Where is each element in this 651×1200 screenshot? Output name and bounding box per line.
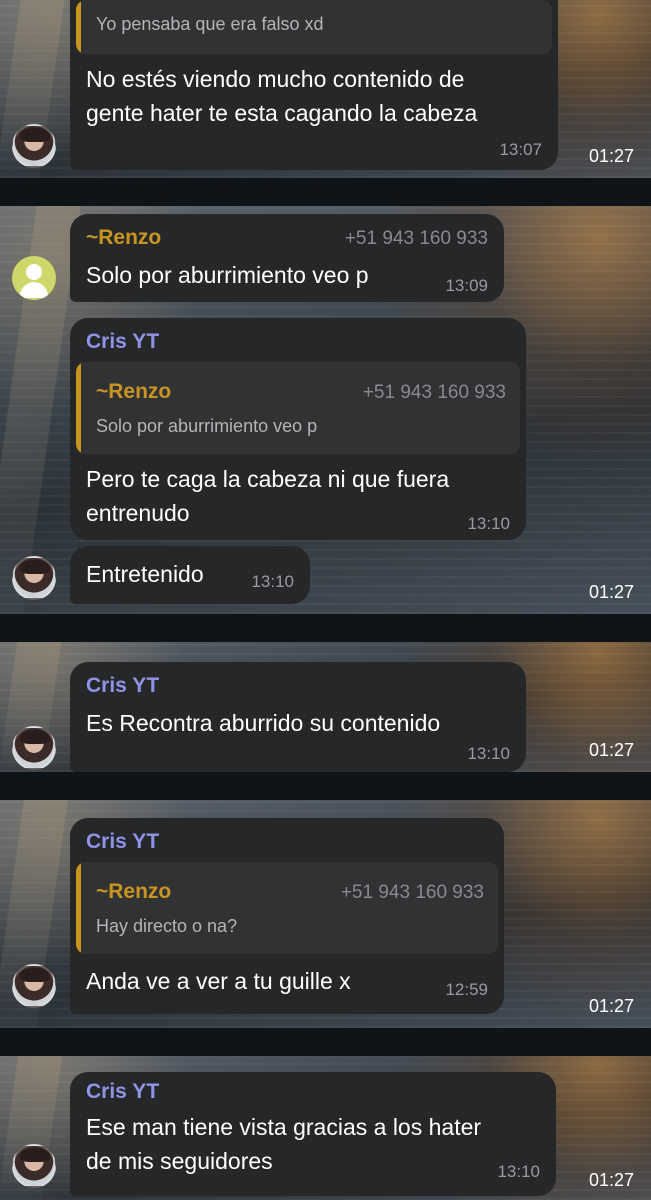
message-bubble[interactable]: Cris YT ~Renzo +51 943 160 933 Solo por … (70, 318, 526, 540)
message-time: 13:10 (497, 1162, 540, 1181)
quote-accent-bar (76, 362, 81, 454)
message-bubble[interactable]: ~Renzo +51 943 160 933 Solo por aburrimi… (70, 214, 504, 302)
avatar-cris[interactable] (12, 124, 56, 168)
message-time: 13:10 (251, 572, 294, 591)
message-text-line-2: gente hater te esta cagando la cabeza (86, 100, 478, 126)
story-panel-2: ~Renzo +51 943 160 933 Solo por aburrimi… (0, 206, 651, 614)
quote-accent-bar (76, 862, 81, 954)
message-time: 13:07 (499, 140, 542, 159)
message-time: 13:09 (445, 276, 488, 295)
avatar-cris[interactable] (12, 1144, 56, 1188)
quote-sender-name: ~Renzo (96, 880, 172, 903)
avatar-cris[interactable] (12, 556, 56, 600)
message-text: Anda ve a ver a tu guille x (86, 968, 351, 994)
message-text-line-2: entrenudo (86, 500, 190, 526)
quote-sender-phone: +51 943 160 933 (362, 382, 506, 403)
message-bubble[interactable]: Cris YT Ese man tiene vista gracias a lo… (70, 1072, 556, 1196)
quote-text: Yo pensaba que era falso xd (96, 14, 324, 34)
message-time: 13:10 (467, 514, 510, 533)
quoted-message[interactable]: ~Renzo +51 943 160 933 Hay directo o na? (76, 862, 498, 954)
quote-text: Solo por aburrimiento veo p (96, 416, 318, 436)
quote-sender-name: ~Renzo (96, 380, 172, 403)
message-text: Es Recontra aburrido su contenido (86, 710, 441, 736)
message-text-line-1: No estés viendo mucho contenido de (86, 66, 465, 92)
message-text: Entretenido (86, 561, 204, 587)
avatar-cris[interactable] (12, 726, 56, 770)
story-timestamp: 01:27 (588, 582, 634, 602)
message-bubble[interactable]: Cris YT ~Renzo +51 943 160 933 Hay direc… (70, 818, 504, 1014)
sender-phone: +51 943 160 933 (344, 228, 488, 249)
message-text: Solo por aburrimiento veo p (86, 262, 369, 288)
story-timestamp: 01:27 (588, 740, 634, 760)
quoted-message[interactable]: ~Renzo +51 943 160 933 Solo por aburrimi… (76, 362, 520, 454)
message-time: 12:59 (445, 980, 488, 999)
quote-text: Hay directo o na? (96, 916, 238, 936)
message-text-line-1: Pero te caga la cabeza ni que fuera (86, 466, 450, 492)
story-panel-1: Yo pensaba que era falso xd No estés vie… (0, 0, 651, 178)
sender-name[interactable]: Cris YT (86, 674, 159, 698)
quoted-message[interactable]: Yo pensaba que era falso xd (76, 0, 552, 54)
sender-name[interactable]: Cris YT (86, 1080, 159, 1104)
avatar-cris[interactable] (12, 964, 56, 1008)
quote-accent-bar (76, 0, 81, 54)
message-bubble[interactable]: Yo pensaba que era falso xd No estés vie… (70, 0, 558, 170)
message-text-line-1: Ese man tiene vista gracias a los hater (86, 1114, 482, 1140)
message-bubble[interactable]: Cris YT Es Recontra aburrido su contenid… (70, 662, 526, 772)
story-panel-5: Cris YT Ese man tiene vista gracias a lo… (0, 1056, 651, 1200)
sender-name[interactable]: Cris YT (86, 330, 159, 354)
story-timestamp: 01:27 (588, 1170, 634, 1190)
story-timestamp: 01:27 (588, 996, 634, 1016)
story-timestamp: 01:27 (588, 146, 634, 166)
message-text-line-2: de mis seguidores (86, 1148, 273, 1174)
sender-name[interactable]: ~Renzo (86, 226, 161, 250)
message-time: 13:10 (467, 744, 510, 763)
sender-name[interactable]: Cris YT (86, 830, 159, 854)
quote-sender-phone: +51 943 160 933 (340, 882, 484, 903)
story-panel-3: Cris YT Es Recontra aburrido su contenid… (0, 642, 651, 772)
avatar-renzo[interactable] (12, 256, 56, 300)
message-bubble[interactable]: Entretenido 13:10 (70, 546, 310, 604)
story-panel-4: Cris YT ~Renzo +51 943 160 933 Hay direc… (0, 800, 651, 1028)
